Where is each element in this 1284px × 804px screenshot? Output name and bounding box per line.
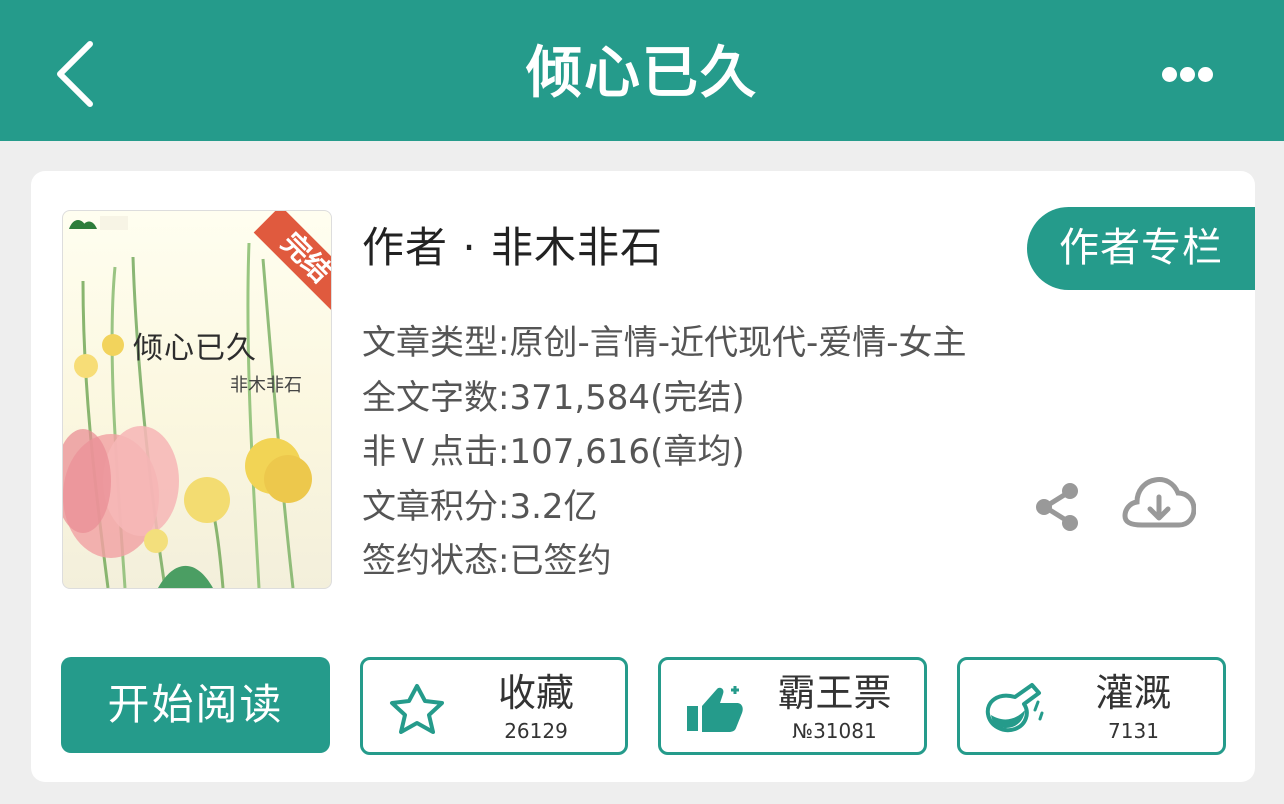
metadata-type: 文章类型:原创-言情-近代现代-爱情-女主 [362, 323, 967, 363]
metadata-value: 已签约 [509, 541, 612, 581]
metadata-label: 文章积分 [362, 487, 498, 527]
vote-count: №31081 [792, 719, 877, 743]
more-horizontal-icon-dot [1180, 67, 1195, 82]
metadata-label: 文章类型 [362, 323, 498, 363]
vote-button[interactable]: 霸王票 №31081 [658, 657, 927, 755]
metadata-contract: 签约状态:已签约 [362, 541, 612, 581]
metadata-score: 文章积分:3.2亿 [362, 487, 598, 527]
metadata-word-count: 全文字数:371,584(完结) [362, 378, 745, 418]
top-bar: 倾心已久 [0, 0, 1284, 141]
more-horizontal-icon-dot [1198, 67, 1213, 82]
start-reading-button[interactable]: 开始阅读 [61, 657, 330, 753]
more-options-button[interactable] [1150, 56, 1222, 96]
book-detail-screen: 倾心已久 完结 倾心已久 非木非石 作者 · 非木非石 作者专栏 文章类型:原创… [0, 0, 1284, 804]
metadata-value: 3.2亿 [509, 487, 598, 527]
share-icon [1036, 483, 1078, 531]
metadata-label: 非Ｖ点击 [362, 432, 498, 472]
share-button[interactable] [1032, 481, 1082, 533]
favorite-label: 收藏 [497, 671, 574, 715]
more-horizontal-icon [1162, 67, 1177, 82]
download-button[interactable] [1122, 475, 1197, 535]
irrigate-count: 7131 [1108, 719, 1159, 743]
book-cover[interactable]: 完结 倾心已久 非木非石 [62, 210, 332, 589]
metadata-clicks: 非Ｖ点击:107,616(章均) [362, 432, 745, 472]
cloud-download-icon [1122, 477, 1197, 528]
metadata-value: 原创-言情-近代现代-爱情-女主 [509, 323, 967, 363]
thumbs-up-icon [687, 686, 743, 732]
cover-author: 非木非石 [230, 375, 302, 396]
metadata-label: 签约状态 [362, 541, 498, 581]
vote-label: 霸王票 [777, 671, 892, 715]
site-logo [69, 216, 128, 230]
metadata-label: 全文字数 [362, 378, 498, 418]
metadata-value: 371,584(完结) [509, 378, 745, 418]
metadata-value: 107,616(章均) [509, 432, 745, 472]
irrigate-button[interactable]: 灌溉 7131 [957, 657, 1226, 755]
favorite-button[interactable]: 收藏 26129 [360, 657, 628, 755]
star-icon [390, 684, 444, 734]
favorite-count: 26129 [504, 719, 568, 743]
author-column-button[interactable]: 作者专栏 [1027, 207, 1255, 290]
irrigate-label: 灌溉 [1095, 671, 1172, 715]
watering-flask-icon [985, 683, 1044, 733]
page-title: 倾心已久 [526, 41, 758, 106]
cover-title: 倾心已久 [133, 331, 257, 366]
author-line[interactable]: 作者 · 非木非石 [362, 220, 663, 276]
